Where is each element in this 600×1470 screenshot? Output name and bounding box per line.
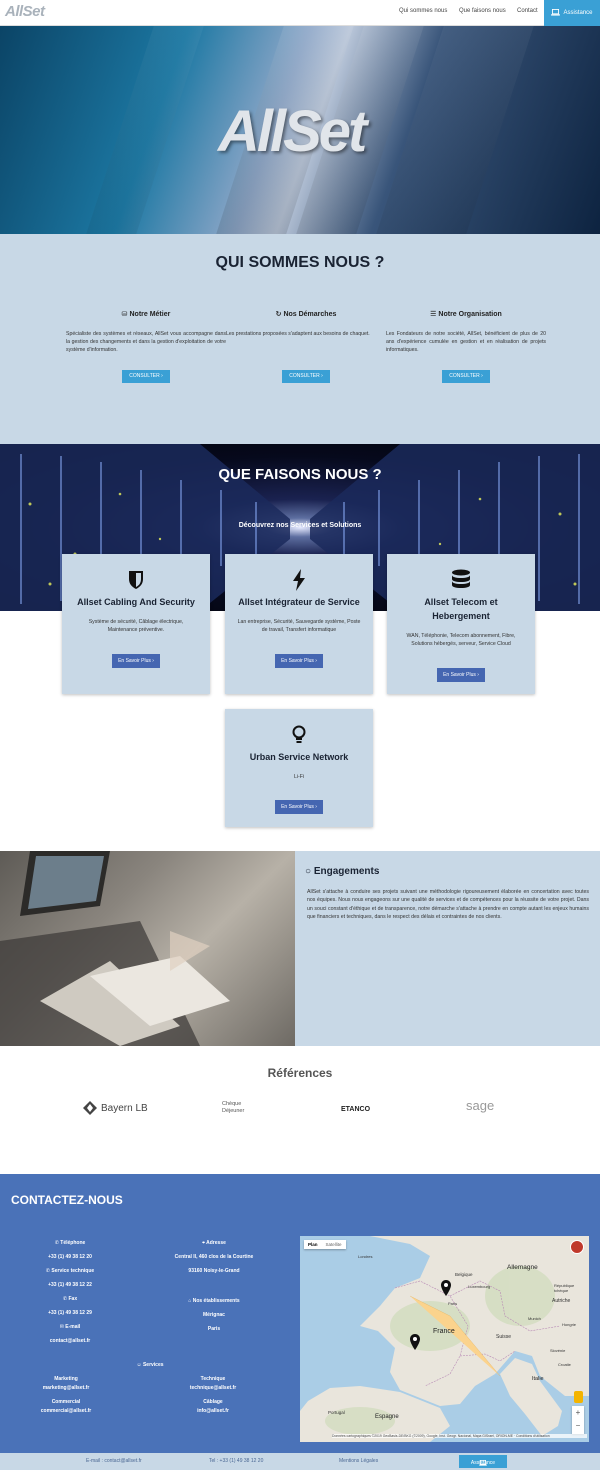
about-title: QUI SOMMES NOUS ? — [215, 254, 385, 271]
en-savoir-plus-button-telecom[interactable]: En Savoir Plus › — [437, 667, 485, 682]
fax-number: +33 (1) 49 38 12 29 — [48, 1310, 92, 1316]
footer: E-mail : contact@allset.fr Tel : +33 (1)… — [0, 1453, 600, 1470]
map-marker-icon[interactable] — [441, 1280, 451, 1301]
nav-link-qui[interactable]: Qui sommes nous — [399, 8, 447, 14]
consulter-button-organisation[interactable]: CONSULTER › — [442, 370, 490, 383]
site-logo[interactable]: AllSet — [5, 3, 45, 20]
laptop-photo — [0, 851, 295, 1046]
google-map[interactable]: Plan Satellite Allemagne Belgique Luxemb… — [300, 1236, 589, 1442]
laptop-icon — [551, 8, 561, 18]
pegman-icon[interactable] — [574, 1391, 583, 1403]
en-savoir-plus-button-cabling[interactable]: En Savoir Plus › — [112, 653, 160, 668]
zoom-controls: + − — [572, 1406, 584, 1434]
about-section: QUI SOMMES NOUS ? ⛁ Notre Métier Spécial… — [0, 234, 600, 444]
logo-etanco: ETANCO — [341, 1106, 371, 1113]
footer-tel[interactable]: Tel : +33 (1) 49 38 12 20 — [209, 1458, 263, 1464]
map-attribution: Données cartographiques ©2019 GeoBasis-D… — [332, 1434, 587, 1438]
hero-logo: AllSet — [218, 99, 367, 164]
services-subtitle: Découvrez nos Services et Solutions — [238, 522, 362, 529]
contact-email[interactable]: contact@allset.fr — [30, 1338, 110, 1344]
hero-banner: AllSet — [0, 26, 600, 234]
about-col-organisation: ☰ Notre Organisation Les Fondateurs de n… — [386, 310, 546, 383]
service-card-urban: Urban Service Network Li-Fi En Savoir Pl… — [225, 709, 373, 827]
map-tab-satellite[interactable]: Satellite — [322, 1240, 346, 1249]
contact-section: CONTACTEZ-NOUS ✆ Téléphone +33 (1) 49 38… — [0, 1174, 600, 1453]
consulter-button-metier[interactable]: CONSULTER › — [122, 370, 170, 383]
tech-phone-number[interactable]: +33 (1) 49 38 12 22 — [30, 1282, 110, 1288]
top-nav: AllSet Qui sommes nous Que faisons nous … — [0, 0, 600, 26]
map-type-toggle: Plan Satellite — [304, 1240, 346, 1249]
services-title: QUE FAISONS NOUS ? — [218, 466, 382, 483]
service-card-telecom: Allset Telecom et Hebergement WAN, Télép… — [387, 554, 535, 694]
technique-email[interactable]: technique@allset.fr — [173, 1385, 253, 1391]
en-savoir-plus-button-integrateur[interactable]: En Savoir Plus › — [275, 653, 323, 668]
engagements-text: AllSet s'attache à conduire ses projets … — [307, 889, 589, 920]
marketing-email[interactable]: marketing@allset.fr — [26, 1385, 106, 1391]
database-icon — [387, 566, 535, 594]
map-tab-plan[interactable]: Plan — [304, 1240, 322, 1249]
cablage-email[interactable]: info@allset.fr — [173, 1408, 253, 1414]
bolt-icon — [225, 566, 373, 594]
establishment-paris: Paris — [207, 1326, 221, 1332]
nav-link-contact[interactable]: Contact — [517, 8, 538, 14]
logo-sage: sage — [466, 1098, 495, 1113]
lightbulb-icon — [225, 721, 373, 749]
assistance-button[interactable]: Assistance — [544, 0, 600, 26]
zoom-out-icon[interactable]: − — [572, 1419, 584, 1432]
service-card-cabling: Allset Cabling And Security Système de s… — [62, 554, 210, 694]
nav-link-que[interactable]: Que faisons nous — [459, 8, 506, 14]
shield-icon — [62, 566, 210, 594]
address-line-1: Central II, 460 clos de la Courtine — [174, 1254, 254, 1260]
footer-legal-link[interactable]: Mentions Légales — [339, 1458, 378, 1464]
fullscreen-icon[interactable] — [570, 1240, 584, 1254]
about-col-metier: ⛁ Notre Métier Spécialiste des systèmes … — [66, 310, 226, 383]
commercial-email[interactable]: commercial@allset.fr — [26, 1408, 106, 1414]
phone-number[interactable]: +33 (1) 49 38 12 20 — [30, 1254, 110, 1260]
about-col-demarches: ↻ Nos Démarches Les prestations proposée… — [226, 310, 386, 383]
address-line-2: 93160 Noisy-le-Grand — [188, 1268, 240, 1274]
references-title: Références — [267, 1066, 333, 1080]
contact-title: CONTACTEZ-NOUS — [11, 1193, 123, 1207]
logo-bayernlb: Bayern LB — [83, 1101, 148, 1115]
establishment-merignac: Mérignac — [203, 1312, 225, 1318]
service-card-integrateur: Allset Intégrateur de Service Lan entrep… — [225, 554, 373, 694]
map-marker-icon[interactable] — [410, 1334, 420, 1355]
footer-email[interactable]: E-mail : contact@allset.fr — [86, 1458, 142, 1464]
consulter-button-demarches[interactable]: CONSULTER › — [282, 370, 330, 383]
footer-assistance-button[interactable]: Assistance — [459, 1455, 507, 1468]
engagements-title: Engagements — [313, 866, 380, 877]
zoom-in-icon[interactable]: + — [572, 1406, 584, 1419]
circle-icon: ○ — [305, 866, 314, 877]
engagements-section: ○ Engagements AllSet s'attache à conduir… — [295, 851, 600, 1046]
en-savoir-plus-button-urban[interactable]: En Savoir Plus › — [275, 800, 323, 815]
logo-cheque-dejeuner: Chèque Déjeuner — [222, 1101, 245, 1114]
